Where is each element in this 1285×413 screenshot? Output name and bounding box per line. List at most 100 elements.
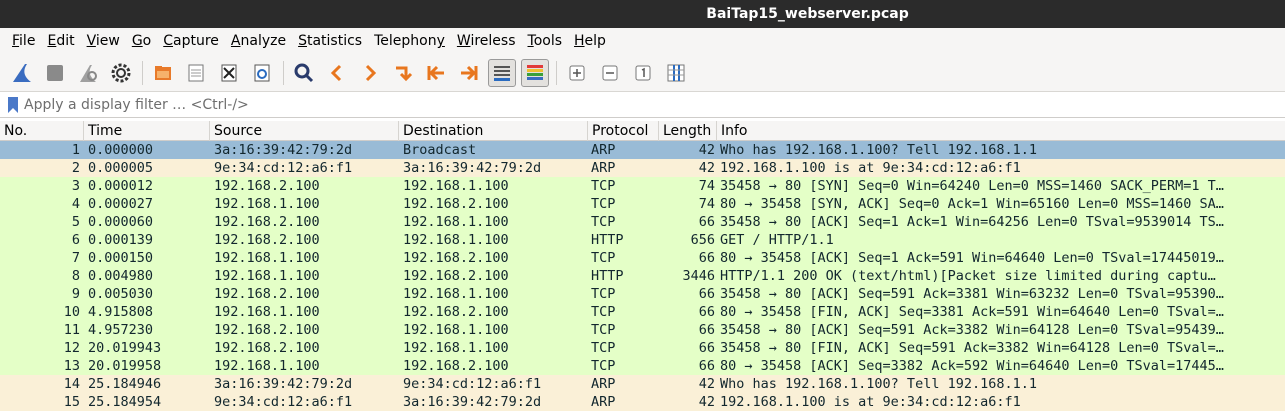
- packet-row[interactable]: 3 0.000012 192.168.2.100 192.168.1.100 TCP 74…: [0, 177, 1285, 195]
- cell-time: 0.000012: [88, 178, 154, 194]
- packet-row[interactable]: 2 0.000005 9e:34:cd:12:a6:f1 3a:16:39:42:79…: [0, 159, 1285, 177]
- cell-protocol: ARP: [591, 376, 616, 392]
- cell-protocol: TCP: [591, 250, 616, 266]
- packet-row[interactable]: 8 0.004980 192.168.1.100 192.168.2.100 HTTP 3…: [0, 267, 1285, 285]
- go-last-icon[interactable]: [455, 59, 483, 87]
- cell-length: 66: [698, 358, 715, 374]
- cell-time: 0.004980: [88, 268, 154, 284]
- cell-protocol: HTTP: [591, 268, 624, 284]
- packet-row[interactable]: 10 4.915808 192.168.1.100 192.168.2.100 TCP 6…: [0, 303, 1285, 321]
- packet-row[interactable]: 5 0.000060 192.168.2.100 192.168.1.100 TCP 66…: [0, 213, 1285, 231]
- menu-capture[interactable]: Capture: [157, 28, 225, 54]
- menu-bar: File Edit View Go Capture Analyze Statis…: [0, 28, 1285, 54]
- col-header-time[interactable]: Time: [84, 121, 210, 141]
- resize-columns-icon[interactable]: [662, 59, 690, 87]
- go-back-icon[interactable]: [323, 59, 351, 87]
- cell-no: 12: [63, 340, 80, 356]
- save-file-icon[interactable]: [182, 59, 210, 87]
- packet-row[interactable]: 1 0.000000 3a:16:39:42:79:2d Broadcast ARP 42…: [0, 141, 1285, 159]
- cell-protocol: TCP: [591, 214, 616, 230]
- open-file-icon[interactable]: [149, 59, 177, 87]
- menu-tools[interactable]: Tools: [522, 28, 569, 54]
- packet-row[interactable]: 6 0.000139 192.168.2.100 192.168.1.100 HTTP 6…: [0, 231, 1285, 249]
- window-title: BaiTap15_webserver.pcap: [706, 6, 909, 22]
- packet-row[interactable]: 4 0.000027 192.168.1.100 192.168.2.100 TCP 74…: [0, 195, 1285, 213]
- cell-destination: 9e:34:cd:12:a6:f1: [403, 376, 542, 392]
- go-first-icon[interactable]: [422, 59, 450, 87]
- cell-no: 14: [63, 376, 80, 392]
- zoom-in-icon[interactable]: [563, 59, 591, 87]
- menu-telephony[interactable]: Telephony: [368, 28, 451, 54]
- menu-wireless[interactable]: Wireless: [451, 28, 522, 54]
- packet-row[interactable]: 9 0.005030 192.168.2.100 192.168.1.100 TCP 66…: [0, 285, 1285, 303]
- cell-length: 74: [698, 178, 715, 194]
- cell-info: 80 → 35458 [SYN, ACK] Seq=0 Ack=1 Win=65…: [720, 196, 1224, 212]
- display-filter-input[interactable]: [20, 94, 1268, 116]
- colorize-icon[interactable]: [521, 58, 549, 87]
- packet-row[interactable]: 14 25.184946 3a:16:39:42:79:2d 9e:34:cd:12:…: [0, 375, 1285, 393]
- find-packet-icon[interactable]: [290, 59, 318, 87]
- menu-analyze[interactable]: Analyze: [225, 28, 292, 54]
- cell-protocol: ARP: [591, 394, 616, 410]
- col-header-source[interactable]: Source: [210, 121, 399, 141]
- restart-capture-icon[interactable]: [74, 59, 102, 87]
- packet-row[interactable]: 13 20.019958 192.168.1.100 192.168.2.100 TCP…: [0, 357, 1285, 375]
- go-forward-icon[interactable]: [356, 59, 384, 87]
- packet-row[interactable]: 12 20.019943 192.168.2.100 192.168.1.100 TCP…: [0, 339, 1285, 357]
- col-header-protocol[interactable]: Protocol: [588, 121, 659, 141]
- col-header-no[interactable]: No.: [0, 121, 84, 141]
- cell-length: 66: [698, 286, 715, 302]
- col-header-destination[interactable]: Destination: [399, 121, 588, 141]
- bookmark-icon[interactable]: [8, 97, 20, 113]
- cell-source: 9e:34:cd:12:a6:f1: [214, 394, 353, 410]
- zoom-out-icon[interactable]: [596, 59, 624, 87]
- close-file-icon[interactable]: [215, 59, 243, 87]
- cell-info: 80 → 35458 [ACK] Seq=1 Ack=591 Win=64640…: [720, 250, 1224, 266]
- cell-time: 20.019943: [88, 340, 162, 356]
- cell-time: 0.000150: [88, 250, 154, 266]
- stop-capture-icon[interactable]: [41, 59, 69, 87]
- cell-protocol: TCP: [591, 322, 616, 338]
- toolbar-separator: [556, 60, 557, 85]
- col-header-info[interactable]: Info: [717, 121, 1285, 141]
- go-to-packet-icon[interactable]: [389, 59, 417, 87]
- cell-time: 0.000027: [88, 196, 154, 212]
- cell-no: 13: [63, 358, 80, 374]
- menu-go[interactable]: Go: [126, 28, 157, 54]
- normal-size-icon[interactable]: [629, 59, 657, 87]
- cell-info: 35458 → 80 [SYN] Seq=0 Win=64240 Len=0 M…: [720, 178, 1224, 194]
- menu-edit[interactable]: Edit: [41, 28, 80, 54]
- cell-protocol: TCP: [591, 178, 616, 194]
- capture-options-icon[interactable]: [107, 59, 135, 87]
- cell-source: 3a:16:39:42:79:2d: [214, 142, 353, 158]
- menu-file[interactable]: File: [0, 28, 41, 54]
- cell-destination: 192.168.2.100: [403, 196, 509, 212]
- cell-info: 35458 → 80 [ACK] Seq=591 Ack=3382 Win=64…: [720, 322, 1224, 338]
- toolbar-separator: [142, 60, 143, 85]
- cell-no: 8: [71, 268, 80, 284]
- window-titlebar: BaiTap15_webserver.pcap: [0, 0, 1285, 28]
- cell-destination: 192.168.1.100: [403, 340, 509, 356]
- packet-row[interactable]: 11 4.957230 192.168.2.100 192.168.1.100 TCP 6…: [0, 321, 1285, 339]
- cell-protocol: TCP: [591, 340, 616, 356]
- menu-statistics[interactable]: Statistics: [292, 28, 368, 54]
- cell-source: 192.168.2.100: [214, 214, 320, 230]
- packet-row[interactable]: 15 25.184954 9e:34:cd:12:a6:f1 3a:16:39:42:…: [0, 393, 1285, 411]
- cell-no: 6: [71, 232, 80, 248]
- shark-fin-start-icon[interactable]: [8, 59, 36, 87]
- menu-view[interactable]: View: [81, 28, 126, 54]
- cell-info: 35458 → 80 [ACK] Seq=591 Ack=3381 Win=63…: [720, 286, 1224, 302]
- cell-source: 192.168.1.100: [214, 268, 320, 284]
- cell-destination: 192.168.1.100: [403, 178, 509, 194]
- main-toolbar: [0, 54, 1285, 92]
- packet-row[interactable]: 7 0.000150 192.168.1.100 192.168.2.100 TCP 66…: [0, 249, 1285, 267]
- col-header-length[interactable]: Length: [659, 121, 717, 141]
- cell-protocol: ARP: [591, 160, 616, 176]
- auto-scroll-icon[interactable]: [488, 58, 516, 87]
- cell-source: 9e:34:cd:12:a6:f1: [214, 160, 353, 176]
- reload-file-icon[interactable]: [248, 59, 276, 87]
- cell-destination: 3a:16:39:42:79:2d: [403, 394, 542, 410]
- menu-help[interactable]: Help: [568, 28, 612, 54]
- packet-list: 1 0.000000 3a:16:39:42:79:2d Broadcast ARP 42…: [0, 141, 1285, 411]
- cell-source: 192.168.2.100: [214, 232, 320, 248]
